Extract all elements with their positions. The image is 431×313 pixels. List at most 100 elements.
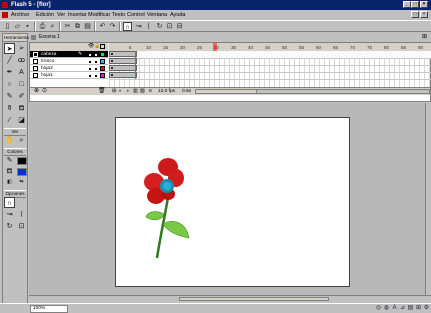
leaf-right[interactable] — [162, 221, 190, 239]
add-layer-icon[interactable]: ⊕ — [34, 88, 39, 95]
edit-multiple-icon[interactable]: ▥ — [133, 88, 138, 95]
swap-colors-icon[interactable]: ⇆ — [16, 177, 27, 188]
zoom-field[interactable]: 100% — [30, 305, 68, 313]
text-tool-icon[interactable]: A — [16, 67, 27, 78]
document-icon[interactable] — [2, 12, 8, 18]
pencil-tool-icon[interactable]: ✎ — [4, 91, 15, 102]
timeline-hscroll[interactable] — [195, 89, 430, 94]
fill-color-icon[interactable]: ⛾ — [4, 166, 15, 177]
straighten-option-icon[interactable]: ⟨ — [16, 209, 27, 220]
align-icon[interactable]: ⊟ — [175, 22, 184, 31]
maximize-icon[interactable]: □ — [411, 1, 419, 8]
keyframe-span[interactable] — [109, 65, 137, 71]
document-restore-icon[interactable]: □ — [411, 11, 419, 18]
add-guide-layer-icon[interactable]: ⊙ — [42, 88, 47, 95]
print-icon[interactable]: ⎙ — [38, 22, 47, 31]
keyframe[interactable] — [111, 74, 113, 76]
zoom-tool-icon[interactable]: ⌕ — [16, 135, 27, 146]
rotate-option-icon[interactable]: ↻ — [4, 221, 15, 232]
layer-hoja1[interactable]: hoja1 — [30, 72, 108, 79]
undo-icon[interactable]: ↶ — [98, 22, 107, 31]
timeline-hscroll-thumb[interactable] — [196, 90, 257, 93]
actions-panel-icon[interactable]: ⚙ — [423, 305, 430, 312]
keyframe-span[interactable] — [109, 51, 137, 57]
close-icon[interactable]: × — [420, 1, 428, 8]
layer-outline-color[interactable] — [100, 59, 105, 64]
lock-dot[interactable] — [95, 68, 97, 70]
snap-to-objects-icon[interactable]: ∩ — [4, 197, 15, 208]
layer-tronco[interactable]: tronco — [30, 58, 108, 65]
smooth-icon[interactable]: ↝ — [134, 22, 143, 31]
delete-layer-icon[interactable]: 🗑 — [98, 88, 106, 95]
print-preview-icon[interactable]: ⌕ — [48, 22, 57, 31]
ink-bottle-tool-icon[interactable]: ⚱ — [4, 103, 15, 114]
onion-skin-icon[interactable]: ◐ — [119, 88, 122, 95]
menu-insertar[interactable]: Insertar — [68, 10, 87, 20]
lock-dot[interactable] — [95, 75, 97, 77]
flower-head[interactable] — [144, 158, 184, 204]
layer-hoja2[interactable]: hoja2 — [30, 65, 108, 72]
new-icon[interactable]: ▯ — [3, 22, 12, 31]
onion-markers-icon[interactable]: ▧ — [140, 88, 145, 95]
edit-scene-icon[interactable]: ⊞ — [422, 33, 427, 42]
copy-icon[interactable]: ⧉ — [73, 22, 82, 31]
lasso-tool-icon[interactable]: ꝏ — [16, 55, 27, 66]
oval-tool-icon[interactable]: ○ — [4, 79, 15, 90]
stroke-color-icon[interactable]: ✎ — [4, 155, 15, 166]
keyframe[interactable] — [111, 67, 113, 69]
align-panel-icon[interactable]: ▤ — [407, 305, 414, 312]
stage[interactable] — [115, 117, 350, 287]
back-arrow-icon[interactable] — [31, 35, 36, 40]
visibility-dot[interactable] — [89, 75, 91, 77]
paste-icon[interactable]: ▤ — [83, 22, 92, 31]
menu-texto[interactable]: Texto — [112, 10, 125, 20]
work-area[interactable] — [29, 103, 425, 295]
save-icon[interactable]: ▪ — [23, 22, 32, 31]
document-close-icon[interactable]: × — [420, 11, 428, 18]
rotate-icon[interactable]: ↻ — [155, 22, 164, 31]
lock-dot[interactable] — [95, 61, 97, 63]
frames-row[interactable] — [109, 72, 431, 80]
straighten-icon[interactable]: ⟨ — [144, 22, 153, 31]
minimize-icon[interactable]: _ — [403, 1, 411, 8]
hand-tool-icon[interactable]: ✋ — [4, 135, 15, 146]
info-panel-icon[interactable]: ◎ — [375, 305, 382, 312]
flower-drawing[interactable] — [116, 118, 351, 288]
scale-icon[interactable]: ⊡ — [165, 22, 174, 31]
layer-outline-color[interactable] — [100, 73, 105, 78]
transform-panel-icon[interactable]: ⊿ — [399, 305, 406, 312]
menu-archivo[interactable]: Archivo — [11, 10, 29, 20]
frames-grid[interactable] — [109, 51, 431, 87]
stroke-color-swatch[interactable] — [17, 157, 27, 165]
menu-ventana[interactable]: Ventana — [147, 10, 167, 20]
open-icon[interactable]: ▱ — [13, 22, 22, 31]
menu-ayuda[interactable]: Ayuda — [170, 10, 186, 20]
pen-tool-icon[interactable]: ✒ — [4, 67, 15, 78]
menu-edicion[interactable]: Edición — [36, 10, 54, 20]
keyframe[interactable] — [111, 53, 113, 55]
rectangle-tool-icon[interactable]: □ — [16, 79, 27, 90]
keyframe-span[interactable] — [109, 58, 137, 64]
stroke-panel-icon[interactable]: A — [391, 305, 398, 312]
onion-outline-icon[interactable]: ◑ — [126, 88, 129, 95]
cut-icon[interactable]: ✂ — [63, 22, 72, 31]
layer-outline-color[interactable] — [100, 52, 105, 57]
leaf-left[interactable] — [145, 211, 165, 221]
menu-ver[interactable]: Ver — [57, 10, 65, 20]
visibility-dot[interactable] — [89, 54, 91, 56]
layer-outline-color[interactable] — [100, 66, 105, 71]
brush-tool-icon[interactable]: ✐ — [16, 91, 27, 102]
keyframe-span[interactable] — [109, 72, 137, 78]
visibility-dot[interactable] — [89, 61, 91, 63]
menu-control[interactable]: Control — [127, 10, 145, 20]
center-frame-icon[interactable]: ⊞ — [112, 88, 116, 95]
stage-vscroll[interactable] — [425, 103, 431, 295]
outline-icon[interactable] — [100, 44, 105, 49]
library-panel-icon[interactable]: ⊞ — [415, 305, 422, 312]
paint-bucket-tool-icon[interactable]: ⛾ — [16, 103, 27, 114]
keyframe[interactable] — [111, 60, 113, 62]
stage-hscroll-thumb[interactable] — [179, 297, 329, 301]
visibility-dot[interactable] — [89, 68, 91, 70]
fill-color-swatch[interactable] — [17, 168, 27, 176]
stage-hscroll[interactable] — [29, 295, 431, 303]
